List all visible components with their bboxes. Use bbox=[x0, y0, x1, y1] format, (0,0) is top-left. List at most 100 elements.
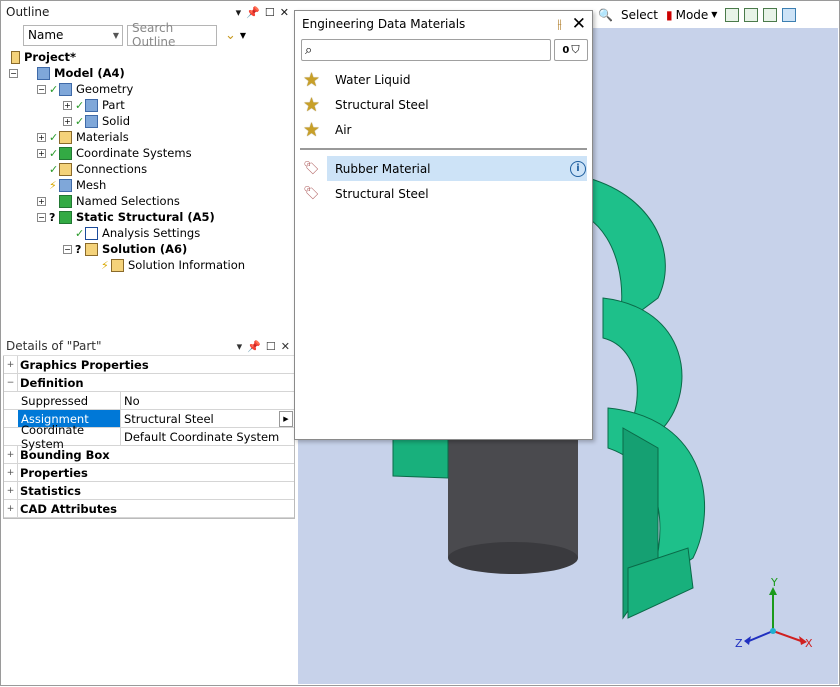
dropdown-icon[interactable]: ▾ bbox=[236, 6, 242, 19]
settings-sliders-icon[interactable]: ⫲ bbox=[558, 17, 562, 32]
tree-item-geometry[interactable]: − ✓ Geometry bbox=[1, 81, 297, 97]
face-select-icon bbox=[763, 7, 778, 22]
question-icon: ? bbox=[49, 210, 56, 224]
chevron-down-icon[interactable]: ▼ bbox=[240, 31, 246, 40]
close-icon[interactable]: ✕ bbox=[280, 6, 289, 19]
close-icon[interactable]: ✕ bbox=[572, 14, 586, 34]
maximize-icon[interactable]: ☐ bbox=[265, 6, 275, 19]
details-group-graphics-properties[interactable]: + Graphics Properties bbox=[4, 356, 294, 374]
flyout-arrow-icon[interactable]: ▶ bbox=[279, 410, 293, 427]
details-row-coordinate-system[interactable]: Coordinate System Default Coordinate Syst… bbox=[4, 423, 294, 451]
check-icon: ✓ bbox=[75, 114, 85, 128]
tree-item-part[interactable]: + ✓ Part bbox=[1, 97, 297, 113]
maximize-icon[interactable]: ☐ bbox=[266, 340, 276, 353]
tree-item-solution[interactable]: − ? Solution (A6) bbox=[1, 241, 297, 257]
tree-item-model[interactable]: − Model (A4) bbox=[1, 65, 297, 81]
favorite-star-icon[interactable]: ★ bbox=[303, 69, 327, 91]
select-button[interactable]: Select bbox=[621, 8, 658, 22]
favorite-star-icon[interactable]: ★ bbox=[303, 119, 327, 141]
expand-icon[interactable]: + bbox=[4, 446, 18, 463]
tree-item-project[interactable]: Project* bbox=[1, 49, 297, 65]
chevron-down-icon: ▼ bbox=[711, 10, 718, 19]
material-label: Structural Steel bbox=[335, 186, 429, 201]
row-value[interactable]: Structural Steel bbox=[121, 410, 279, 427]
cursor-icon: ▮ bbox=[665, 7, 673, 22]
expand-icon[interactable]: + bbox=[63, 116, 72, 126]
row-value[interactable]: Default Coordinate System bbox=[121, 428, 294, 445]
close-icon[interactable]: ✕ bbox=[281, 340, 290, 353]
tree-item-coordinate-systems[interactable]: + ✓ Coordinate Systems bbox=[1, 145, 297, 161]
details-row-suppressed[interactable]: Suppressed No bbox=[4, 392, 294, 410]
body-select-icon bbox=[782, 7, 797, 22]
tree-item-mesh[interactable]: ⚡ Mesh bbox=[1, 177, 297, 193]
search-outline-input[interactable]: Search Outline bbox=[127, 21, 217, 49]
check-icon: ✓ bbox=[49, 146, 59, 160]
chevron-down-icon: ▼ bbox=[112, 30, 119, 40]
material-search-input[interactable]: ⌕ bbox=[301, 39, 551, 61]
expand-icon[interactable]: + bbox=[4, 482, 18, 499]
collapse-icon[interactable]: − bbox=[37, 84, 46, 94]
y-axis-label: Y bbox=[770, 576, 778, 589]
dropdown-icon[interactable]: ▾ bbox=[237, 340, 243, 353]
popup-header: Engineering Data Materials ⫲ ✕ bbox=[295, 11, 592, 37]
expand-icon[interactable]: + bbox=[37, 132, 46, 142]
material-filter-button[interactable]: 0 ⛉ bbox=[554, 39, 588, 61]
tree-item-solution-information[interactable]: ⚡ Solution Information bbox=[1, 257, 297, 273]
tree-item-solid[interactable]: + ✓ Solid bbox=[1, 113, 297, 129]
tree-item-named-selections[interactable]: + Named Selections bbox=[1, 193, 297, 209]
material-tag-icon: 🏷 bbox=[303, 186, 320, 201]
select-vertex-button[interactable] bbox=[725, 7, 740, 22]
x-axis-label: X bbox=[805, 637, 813, 650]
expand-icon[interactable]: + bbox=[4, 356, 18, 373]
material-label: Structural Steel bbox=[335, 97, 429, 112]
expand-icon[interactable]: + bbox=[37, 148, 46, 158]
pin-icon[interactable]: 📌 bbox=[246, 6, 260, 19]
row-value[interactable]: No bbox=[121, 392, 294, 409]
details-group-statistics[interactable]: + Statistics bbox=[4, 482, 294, 500]
material-item-rubber[interactable]: 🏷 Rubber Material i bbox=[295, 156, 592, 181]
expand-icon[interactable]: + bbox=[37, 196, 46, 206]
expand-icon[interactable]: + bbox=[63, 100, 72, 110]
collapse-icon[interactable]: − bbox=[4, 374, 18, 391]
lightning-icon: ⚡ bbox=[49, 178, 57, 192]
mode-label: Mode bbox=[675, 7, 709, 22]
tree-item-analysis-settings[interactable]: ✓ Analysis Settings bbox=[1, 225, 297, 241]
details-group-definition[interactable]: − Definition bbox=[4, 374, 294, 392]
details-group-bounding-box[interactable]: + Bounding Box bbox=[4, 446, 294, 464]
pin-icon[interactable]: 📌 bbox=[247, 340, 261, 353]
mode-button[interactable]: ▮ Mode ▼ bbox=[666, 8, 717, 22]
filter-options-icon[interactable]: ⌄ bbox=[225, 28, 236, 43]
expand-icon[interactable]: + bbox=[4, 500, 18, 517]
favorite-star-icon[interactable]: ★ bbox=[303, 94, 327, 116]
material-item-structural-steel-favorite[interactable]: ★ Structural Steel bbox=[295, 92, 592, 117]
select-edge-button[interactable] bbox=[744, 7, 759, 22]
tree-item-static-structural[interactable]: − ? Static Structural (A5) bbox=[1, 209, 297, 225]
check-icon: ✓ bbox=[49, 130, 59, 144]
group-label: Bounding Box bbox=[20, 447, 110, 462]
info-icon[interactable]: i bbox=[570, 160, 586, 177]
coordinate-systems-icon bbox=[59, 146, 72, 160]
outline-filter-select[interactable]: Name ▼ bbox=[23, 24, 123, 46]
row-key: Coordinate System bbox=[18, 423, 121, 451]
tree-item-label: Solution (A6) bbox=[102, 242, 188, 256]
tree-item-connections[interactable]: ✓ Connections bbox=[1, 161, 297, 177]
details-group-cad-attributes[interactable]: + CAD Attributes bbox=[4, 500, 294, 518]
tree-item-materials[interactable]: + ✓ Materials bbox=[1, 129, 297, 145]
question-icon: ? bbox=[75, 242, 82, 256]
collapse-icon[interactable]: − bbox=[37, 212, 46, 222]
select-face-button[interactable] bbox=[763, 7, 778, 22]
material-item-structural-steel[interactable]: 🏷 Structural Steel bbox=[295, 181, 592, 206]
expand-icon[interactable]: + bbox=[4, 464, 18, 481]
row-key: Suppressed bbox=[18, 392, 121, 409]
zoom-icon[interactable]: 🔍 bbox=[598, 8, 613, 22]
check-icon: ✓ bbox=[49, 162, 59, 176]
material-item-air[interactable]: ★ Air bbox=[295, 117, 592, 142]
solution-icon bbox=[85, 242, 98, 256]
details-group-properties[interactable]: + Properties bbox=[4, 464, 294, 482]
group-label: Definition bbox=[20, 375, 84, 390]
x-axis-line bbox=[772, 630, 802, 642]
collapse-icon[interactable]: − bbox=[9, 68, 18, 78]
select-body-button[interactable] bbox=[782, 7, 797, 22]
collapse-icon[interactable]: − bbox=[63, 244, 72, 254]
material-item-water-liquid[interactable]: ★ Water Liquid bbox=[295, 67, 592, 92]
